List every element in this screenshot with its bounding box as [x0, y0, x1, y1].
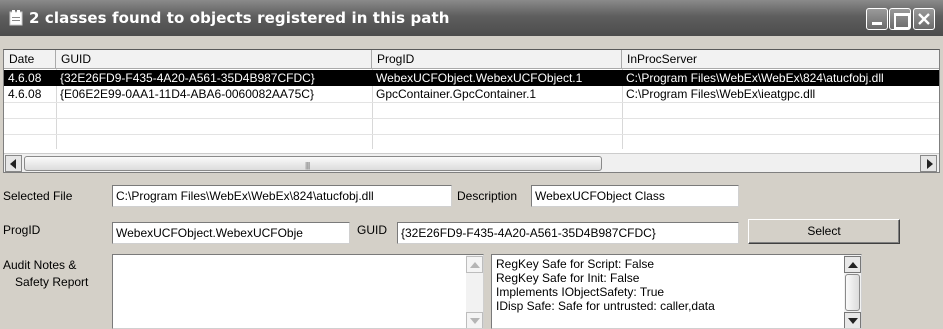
- close-button[interactable]: [913, 8, 935, 30]
- row-gridline: [4, 102, 939, 103]
- cell-progid: GpcContainer.GpcContainer.1: [376, 87, 537, 101]
- audit-notes-label: Audit Notes &: [3, 258, 77, 272]
- minimize-button[interactable]: [866, 8, 888, 30]
- audit-notes-textarea[interactable]: [112, 254, 484, 329]
- safety-report-label: Safety Report: [15, 275, 89, 289]
- horizontal-scroll-thumb[interactable]: ||||: [24, 156, 602, 171]
- safety-report-lines: RegKey Safe for Script: False RegKey Saf…: [496, 257, 715, 313]
- column-header-progid[interactable]: ProgID: [372, 50, 622, 69]
- scroll-up-button[interactable]: [466, 256, 483, 273]
- description-label: Description: [457, 189, 518, 203]
- arrow-down-icon: [848, 318, 858, 324]
- arrow-up-icon: [470, 262, 480, 268]
- close-icon: [918, 13, 930, 25]
- selected-file-field[interactable]: C:\Program Files\WebEx\WebEx\824\atucfob…: [112, 185, 452, 207]
- row-gridline: [4, 118, 939, 119]
- app-window: 2 classes found to objects registered in…: [0, 0, 943, 329]
- guid-label: GUID: [357, 223, 387, 237]
- progid-field[interactable]: WebexUCFObject.WebexUCFObje: [112, 222, 350, 244]
- maximize-button[interactable]: [889, 8, 911, 30]
- description-field[interactable]: WebexUCFObject Class: [531, 185, 739, 207]
- cell-guid: {E06E2E99-0AA1-11D4-ABA6-0060082AA75C}: [60, 87, 314, 101]
- safety-line: Implements IObjectSafety: True: [496, 285, 665, 299]
- arrow-up-icon: [848, 262, 858, 268]
- cell-inprocserver: C:\Program Files\WebEx\ieatgpc.dll: [626, 87, 816, 101]
- scroll-down-button[interactable]: [844, 312, 861, 328]
- safety-line: RegKey Safe for Init: False: [496, 271, 640, 285]
- safety-report-scrollbar[interactable]: [844, 255, 861, 328]
- progid-label: ProgID: [3, 223, 41, 237]
- title-bar[interactable]: 2 classes found to objects registered in…: [0, 0, 943, 36]
- select-button[interactable]: Select: [748, 219, 900, 244]
- table-row[interactable]: 4.6.08 {E06E2E99-0AA1-11D4-ABA6-0060082A…: [4, 86, 939, 102]
- selected-file-label: Selected File: [3, 189, 73, 203]
- scroll-right-button[interactable]: [920, 155, 937, 172]
- scroll-up-button[interactable]: [844, 256, 861, 273]
- safety-line: IDisp Safe: Safe for untrusted: caller,d…: [496, 299, 715, 313]
- cell-progid: WebexUCFObject.WebexUCFObject.1: [376, 71, 583, 85]
- cell-date: 4.6.08: [8, 87, 42, 101]
- vertical-scroll-thumb[interactable]: [845, 274, 860, 311]
- window-title: 2 classes found to objects registered in…: [29, 9, 450, 27]
- horizontal-scrollbar[interactable]: ||||: [4, 153, 939, 172]
- scroll-left-button[interactable]: [5, 155, 22, 172]
- table-row[interactable]: 4.6.08 {32E26FD9-F435-4A20-A561-35D4B987…: [4, 70, 939, 86]
- cell-date: 4.6.08: [8, 71, 42, 85]
- list-header: Date GUID ProgID InProcServer: [4, 50, 939, 69]
- column-header-guid[interactable]: GUID: [56, 50, 372, 69]
- row-gridline: [4, 134, 939, 135]
- column-header-date[interactable]: Date: [4, 50, 56, 69]
- column-header-inprocserver[interactable]: InProcServer: [622, 50, 939, 69]
- guid-field[interactable]: {32E26FD9-F435-4A20-A561-35D4B987CFDC}: [397, 222, 739, 244]
- arrow-down-icon: [470, 318, 480, 324]
- audit-notes-scrollbar[interactable]: [466, 255, 483, 328]
- arrow-right-icon: [927, 159, 933, 169]
- safety-report-textarea[interactable]: RegKey Safe for Script: False RegKey Saf…: [491, 254, 862, 329]
- cell-inprocserver: C:\Program Files\WebEx\WebEx\824\atucfob…: [626, 71, 884, 85]
- class-list[interactable]: Date GUID ProgID InProcServer 4.6.08 {32…: [3, 49, 940, 173]
- arrow-left-icon: [10, 159, 16, 169]
- grip-icon: ||||: [305, 161, 310, 170]
- app-window-icon: [9, 10, 23, 26]
- safety-line: RegKey Safe for Script: False: [496, 257, 655, 271]
- cell-guid: {32E26FD9-F435-4A20-A561-35D4B987CFDC}: [60, 71, 315, 85]
- scroll-down-button[interactable]: [466, 312, 483, 328]
